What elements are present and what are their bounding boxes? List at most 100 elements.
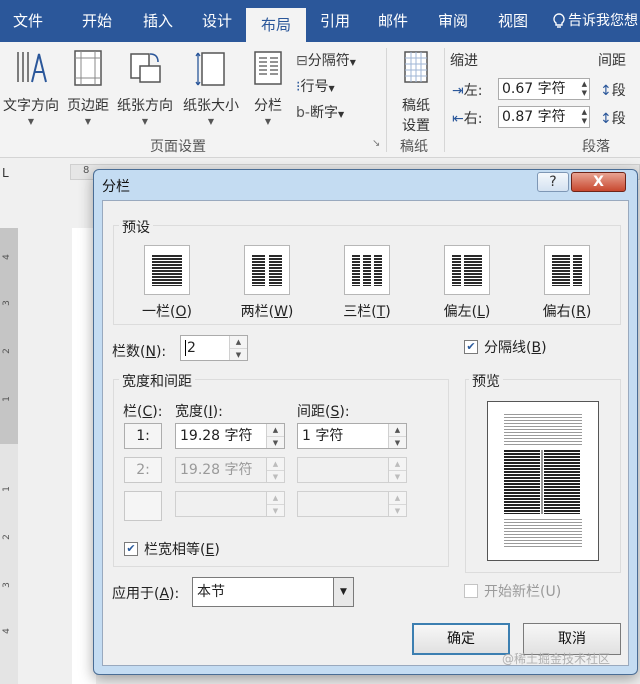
- preset-two-columns-label[interactable]: 两栏(W): [227, 301, 307, 321]
- help-button[interactable]: ?: [537, 172, 569, 192]
- preview-title: 预览: [469, 371, 503, 391]
- preset-right[interactable]: [544, 245, 590, 295]
- spin-down-icon[interactable]: ▼: [389, 436, 406, 448]
- tab-references[interactable]: 引用: [306, 0, 364, 42]
- indent-right-icon: ⇤: [452, 111, 464, 127]
- hyphenation-label: 断字: [309, 105, 338, 121]
- chevron-down-icon: ▼: [141, 117, 149, 126]
- tab-mailings[interactable]: 邮件: [364, 0, 422, 42]
- spacing-spinner[interactable]: ▲ ▼: [388, 424, 406, 448]
- close-button[interactable]: X: [571, 172, 626, 192]
- dialog-launcher-icon[interactable]: ↘: [372, 138, 380, 149]
- orientation-label: 纸张方向: [117, 98, 173, 114]
- ribbon-separator: [386, 48, 387, 152]
- text-direction-button[interactable]: 文字方向 ▼: [0, 48, 62, 126]
- ruler-corner[interactable]: L: [2, 166, 9, 180]
- size-label: 纸张大小: [183, 98, 239, 114]
- indent-left-input[interactable]: 0.67 字符 ▲ ▼: [498, 78, 590, 100]
- breaks-label: 分隔符: [307, 53, 350, 69]
- num-columns-label: 栏数(N):: [112, 344, 167, 360]
- equal-width-label[interactable]: 栏宽相等(E): [144, 539, 220, 559]
- tab-insert[interactable]: 插入: [128, 0, 188, 42]
- line-between-label[interactable]: 分隔线(B): [484, 337, 547, 357]
- column-1-spacing-input[interactable]: 1 字符 ▲ ▼: [297, 423, 407, 449]
- three-columns-icon: [352, 254, 382, 286]
- width-spinner[interactable]: ▲ ▼: [266, 424, 284, 448]
- hyphenation-icon: b‑: [296, 105, 310, 121]
- tell-me-box[interactable]: 告诉我您想: [552, 0, 638, 42]
- line-between-checkbox[interactable]: ✔: [464, 340, 478, 354]
- apply-to-select[interactable]: 本节 ▼: [192, 577, 354, 607]
- spacing-header: 间距(S):: [297, 404, 350, 420]
- indent-right-input[interactable]: 0.87 字符 ▲ ▼: [498, 106, 590, 128]
- width-spacing-title: 宽度和间距: [119, 371, 195, 391]
- spin-up-icon: ▲: [389, 458, 406, 470]
- ok-button[interactable]: 确定: [412, 623, 510, 655]
- tab-review[interactable]: 审阅: [424, 0, 482, 42]
- chevron-down-icon: ▼: [264, 117, 272, 126]
- lightbulb-icon: [553, 13, 565, 28]
- one-column-icon: [152, 254, 182, 286]
- num-columns-input[interactable]: 2 ▲ ▼: [180, 335, 248, 361]
- tab-file[interactable]: 文件: [0, 0, 56, 42]
- preset-left-label[interactable]: 偏左(L): [427, 301, 507, 321]
- spin-up-icon[interactable]: ▲: [389, 424, 406, 436]
- column-number-2: 2:: [124, 457, 162, 483]
- tab-design[interactable]: 设计: [188, 0, 246, 42]
- preview-image: [504, 414, 582, 548]
- tab-home[interactable]: 开始: [66, 0, 128, 42]
- spacing-before[interactable]: ↕段: [600, 80, 626, 100]
- preset-right-label[interactable]: 偏右(R): [527, 301, 607, 321]
- preset-three-columns[interactable]: [344, 245, 390, 295]
- width-spinner: ▲ ▼: [266, 458, 284, 482]
- columns-dialog: 分栏 ? X 预设 一栏(O) 两栏(W) 三栏(T) 偏左(L) 偏右(R): [93, 169, 638, 675]
- tab-view[interactable]: 视图: [484, 0, 542, 42]
- spin-down-icon[interactable]: ▼: [267, 436, 284, 448]
- spin-arrows-icon[interactable]: ▲ ▼: [582, 108, 587, 126]
- ribbon-separator: [444, 48, 445, 152]
- columns-button[interactable]: 分栏 ▼: [248, 48, 288, 126]
- spacing-after[interactable]: ↕段: [600, 108, 626, 128]
- preset-two-columns[interactable]: [244, 245, 290, 295]
- paper-size-icon: [195, 52, 225, 86]
- line-numbers-button[interactable]: ⁝行号▼: [296, 76, 335, 96]
- spacing-title: 间距: [598, 53, 626, 69]
- vertical-ruler[interactable]: 4 3 2 1 1 2 3 4: [0, 228, 18, 684]
- column-2-spacing-input: ▲ ▼: [297, 457, 407, 483]
- tab-layout[interactable]: 布局: [246, 8, 306, 42]
- columns-icon: [254, 51, 282, 85]
- orientation-button[interactable]: 纸张方向 ▼: [114, 48, 176, 126]
- text-direction-icon: [17, 52, 47, 83]
- spin-up-icon[interactable]: ▲: [267, 424, 284, 436]
- num-columns-spinner[interactable]: ▲ ▼: [229, 336, 247, 360]
- left-column-icon: [452, 254, 482, 286]
- margins-button[interactable]: 页边距 ▼: [64, 48, 112, 126]
- draft-paper-button[interactable]: 稿纸 设置: [394, 48, 438, 135]
- chevron-down-icon: ▼: [349, 58, 356, 67]
- preset-left[interactable]: [444, 245, 490, 295]
- ruler-margin-area: [0, 228, 18, 444]
- spin-up-icon[interactable]: ▲: [230, 336, 247, 348]
- ruler-number: 2: [1, 534, 12, 540]
- spin-arrows-icon[interactable]: ▲ ▼: [582, 80, 587, 98]
- column-1-width-input[interactable]: 19.28 字符 ▲ ▼: [175, 423, 285, 449]
- start-new-column-checkbox: [464, 584, 478, 598]
- chevron-down-icon: ▼: [337, 110, 345, 119]
- column-2-width-value: 19.28 字符: [180, 462, 253, 478]
- hyphenation-button[interactable]: b‑断字▼: [296, 102, 344, 122]
- size-button[interactable]: 纸张大小 ▼: [180, 48, 242, 126]
- preset-one-column[interactable]: [144, 245, 190, 295]
- dropdown-arrow-icon[interactable]: ▼: [333, 578, 353, 606]
- num-columns-value: 2: [185, 340, 196, 356]
- spin-down-icon[interactable]: ▼: [230, 348, 247, 360]
- preset-one-column-label[interactable]: 一栏(O): [127, 301, 207, 321]
- equal-width-checkbox[interactable]: ✔: [124, 542, 138, 556]
- indent-right-value: 0.87 字符: [502, 109, 566, 125]
- preset-three-columns-label[interactable]: 三栏(T): [327, 301, 407, 321]
- ruler-number: 4: [1, 628, 12, 634]
- breaks-button[interactable]: ⊟分隔符▼: [296, 50, 356, 70]
- spin-up-icon: ▲: [389, 492, 406, 504]
- preview-page: [487, 401, 599, 561]
- spin-down-icon: ▼: [267, 504, 284, 516]
- draft-paper-icon: [404, 51, 428, 83]
